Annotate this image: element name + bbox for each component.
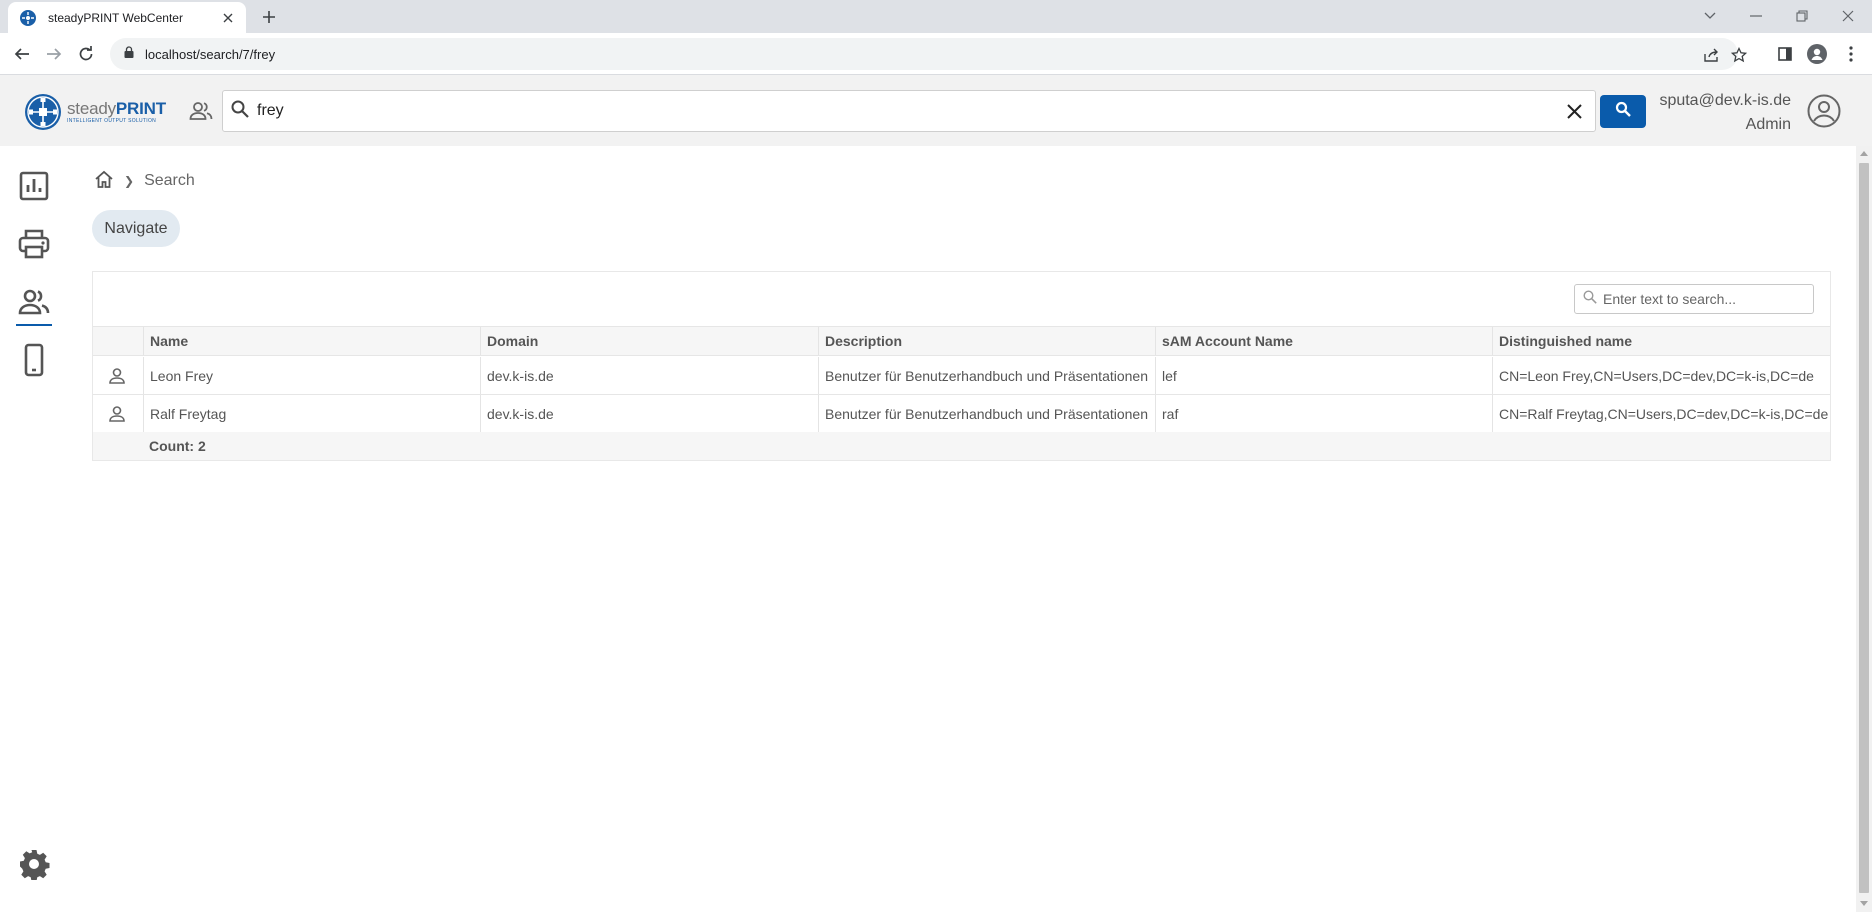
table-header: Name Domain Description sAM Account Name… <box>93 326 1830 356</box>
profile-icon[interactable] <box>1806 43 1828 65</box>
column-header-description[interactable]: Description <box>818 327 1155 355</box>
forward-icon[interactable] <box>42 42 66 66</box>
bar-chart-icon <box>19 171 49 201</box>
page-scrollbar[interactable] <box>1856 146 1872 912</box>
table-search-input[interactable] <box>1603 291 1803 307</box>
breadcrumb-separator-icon: ❯ <box>124 174 135 188</box>
cell-sam-account-name: lef <box>1155 357 1492 394</box>
home-icon[interactable] <box>94 170 114 193</box>
cell-domain: dev.k-is.de <box>480 357 818 394</box>
steadyprint-logo[interactable]: steadyPRINT INTELLIGENT OUTPUT SOLUTION <box>24 91 176 133</box>
bookmark-star-icon[interactable] <box>1730 46 1748 64</box>
browser-tab-title: steadyPRINT WebCenter <box>48 10 183 25</box>
cell-description: Benutzer für Benutzerhandbuch und Präsen… <box>818 395 1155 432</box>
table-row[interactable]: Ralf Freytag dev.k-is.de Benutzer für Be… <box>93 395 1830 433</box>
search-scope-users-icon[interactable] <box>188 99 214 123</box>
close-tab-icon[interactable] <box>220 10 236 26</box>
column-header-domain[interactable]: Domain <box>480 327 818 355</box>
logo-name-light: steady <box>67 99 116 118</box>
sidebar-item-settings[interactable] <box>14 842 54 886</box>
sidebar-item-users[interactable] <box>14 280 54 326</box>
table-row[interactable]: Leon Frey dev.k-is.de Benutzer für Benut… <box>93 357 1830 395</box>
scroll-thumb[interactable] <box>1859 163 1869 893</box>
breadcrumb: ❯ Search <box>94 170 195 192</box>
user-icon <box>107 404 127 424</box>
minimize-icon[interactable] <box>1744 5 1768 27</box>
search-icon <box>231 100 249 123</box>
steadyprint-favicon-icon <box>20 9 36 26</box>
search-button[interactable] <box>1600 95 1646 128</box>
logo-name-bold: PRINT <box>115 99 166 118</box>
mobile-icon <box>24 343 44 377</box>
browser-tabstrip: steadyPRINT WebCenter <box>0 0 1872 33</box>
column-header-name[interactable]: Name <box>143 327 480 355</box>
cell-name: Ralf Freytag <box>143 395 480 432</box>
gear-icon <box>20 850 50 880</box>
side-panel-icon[interactable] <box>1774 43 1796 65</box>
cell-domain: dev.k-is.de <box>480 395 818 432</box>
lock-icon <box>124 45 134 63</box>
address-url: localhost/search/7/frey <box>145 46 276 62</box>
share-icon[interactable] <box>1703 46 1721 64</box>
user-account-icon[interactable] <box>1806 93 1842 129</box>
global-search-input[interactable]: frey <box>222 90 1596 132</box>
restore-icon[interactable] <box>1790 5 1814 27</box>
column-header-distinguished-name[interactable]: Distinguished name <box>1492 327 1830 355</box>
browser-toolbar: localhost/search/7/frey <box>0 33 1872 75</box>
cell-sam-account-name: raf <box>1155 395 1492 432</box>
address-bar[interactable]: localhost/search/7/frey <box>110 38 1747 70</box>
table-search-icon <box>1583 289 1597 309</box>
steadyprint-logo-icon <box>25 94 61 130</box>
result-count: Count: 2 <box>149 438 206 454</box>
printer-icon <box>18 229 50 259</box>
users-icon <box>18 289 50 315</box>
sidebar-item-devices[interactable] <box>14 338 54 382</box>
breadcrumb-current: Search <box>144 172 195 189</box>
table-footer: Count: 2 <box>93 432 1830 460</box>
table-search-field[interactable] <box>1574 284 1814 314</box>
user-info: sputa@dev.k-is.de Admin <box>1659 89 1791 137</box>
user-email: sputa@dev.k-is.de <box>1659 92 1791 109</box>
close-window-icon[interactable] <box>1836 5 1860 27</box>
column-header-sam-account-name[interactable]: sAM Account Name <box>1155 327 1492 355</box>
user-role: Admin <box>1745 116 1791 133</box>
user-icon <box>107 366 127 386</box>
logo-tagline: INTELLIGENT OUTPUT SOLUTION <box>67 118 157 124</box>
cell-description: Benutzer für Benutzerhandbuch und Präsen… <box>818 357 1155 394</box>
cell-name: Leon Frey <box>143 357 480 394</box>
browser-tab[interactable]: steadyPRINT WebCenter <box>8 2 246 33</box>
search-results-grid: Name Domain Description sAM Account Name… <box>92 271 1831 461</box>
browser-menu-icon[interactable] <box>1840 43 1862 65</box>
navigate-button[interactable]: Navigate <box>92 210 180 247</box>
sidebar-item-dashboard[interactable] <box>14 164 54 208</box>
app-header: steadyPRINT INTELLIGENT OUTPUT SOLUTION … <box>0 75 1872 146</box>
new-tab-icon[interactable] <box>258 6 280 28</box>
sidebar-item-printers[interactable] <box>14 222 54 266</box>
back-icon[interactable] <box>10 42 34 66</box>
cell-distinguished-name: CN=Leon Frey,CN=Users,DC=dev,DC=k-is,DC=… <box>1492 357 1830 394</box>
scroll-down-icon[interactable] <box>1860 901 1868 906</box>
global-search-value: frey <box>257 102 284 119</box>
scroll-up-icon[interactable] <box>1860 151 1868 156</box>
cell-distinguished-name: CN=Ralf Freytag,CN=Users,DC=dev,DC=k-is,… <box>1492 395 1830 432</box>
search-button-icon <box>1615 101 1631 122</box>
tab-search-chevron-icon[interactable] <box>1698 5 1722 27</box>
sidebar <box>0 146 68 912</box>
clear-search-icon[interactable] <box>1563 100 1585 122</box>
reload-icon[interactable] <box>74 42 98 66</box>
